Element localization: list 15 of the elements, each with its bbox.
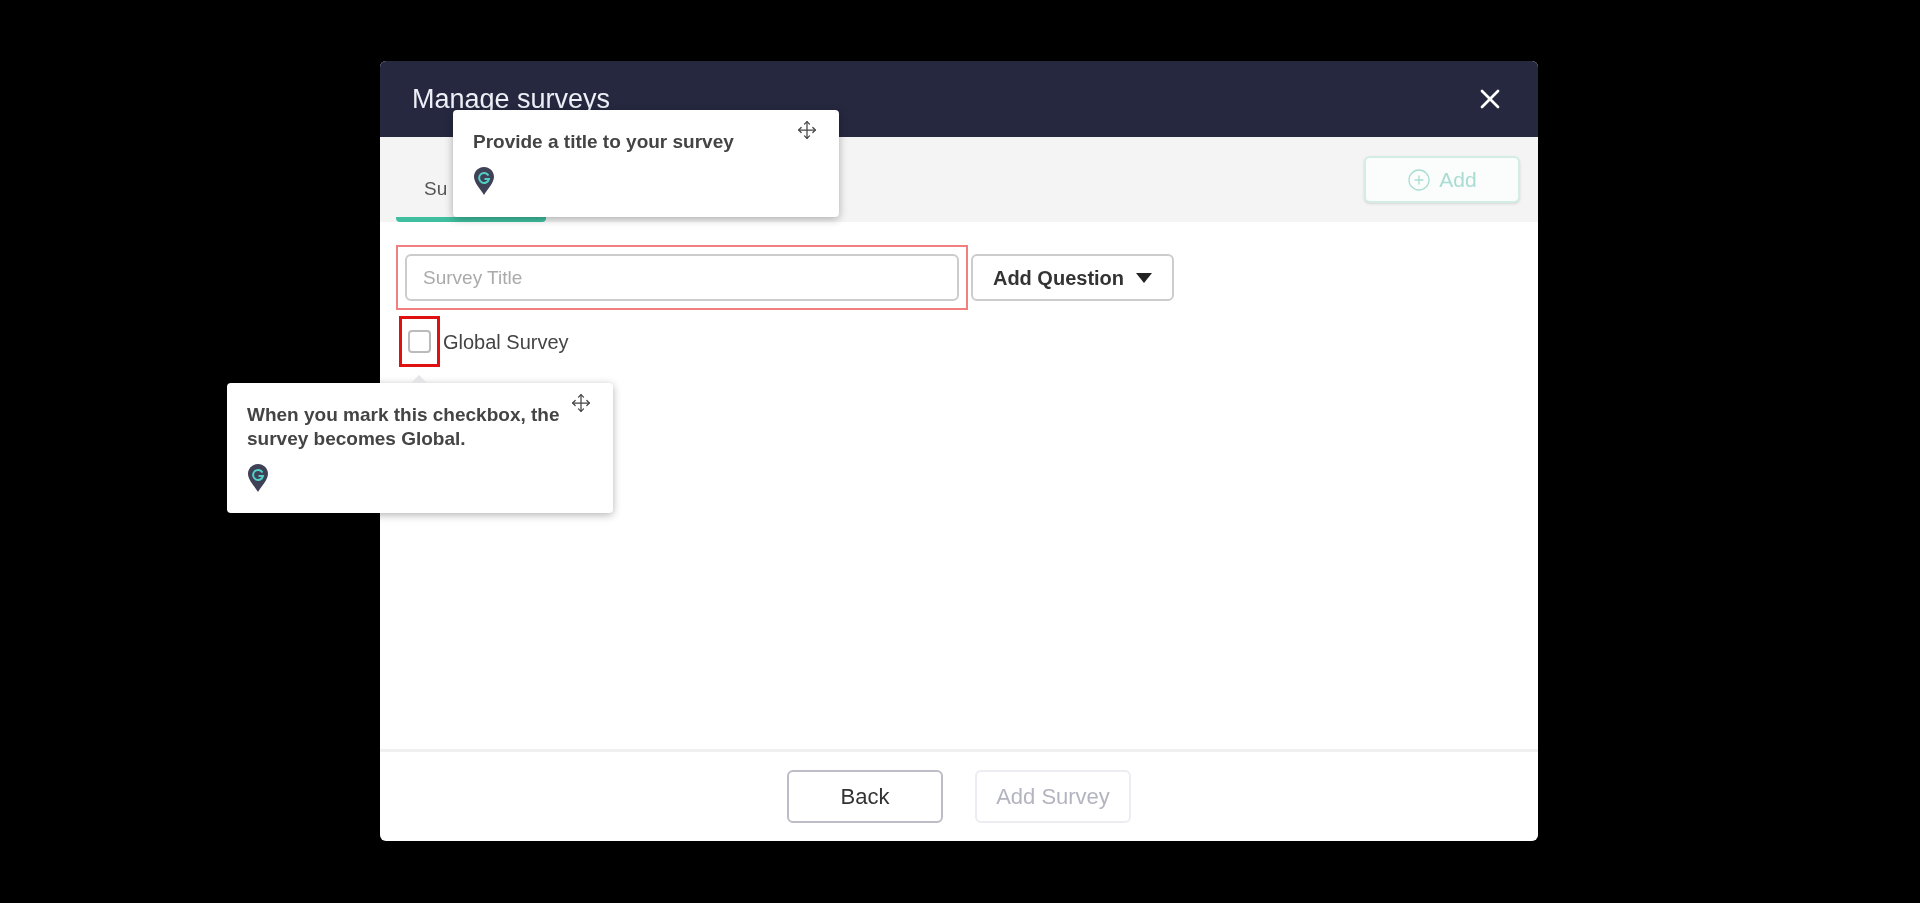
survey-title-field[interactable]: Survey Title	[405, 254, 959, 301]
location-pin-icon	[247, 463, 269, 493]
footer-button[interactable]: Back	[787, 770, 943, 823]
location-pin-icon	[473, 166, 495, 196]
tooltip-text: When you mark this checkbox, the survey becomes Global.	[247, 403, 561, 451]
move-icon[interactable]	[571, 393, 591, 413]
plus-icon	[1407, 167, 1432, 192]
dialog-title: Manage surveys	[412, 82, 611, 116]
caret-icon	[1136, 272, 1153, 283]
tooltip-text: Provide a title to your survey	[473, 130, 735, 154]
move-icon[interactable]	[797, 120, 817, 140]
add-question-button[interactable]: Add Question	[971, 254, 1174, 301]
checkbox[interactable]	[408, 330, 431, 353]
checkbox-label: Global Survey	[443, 329, 569, 355]
tooltip-arrow	[411, 375, 427, 383]
